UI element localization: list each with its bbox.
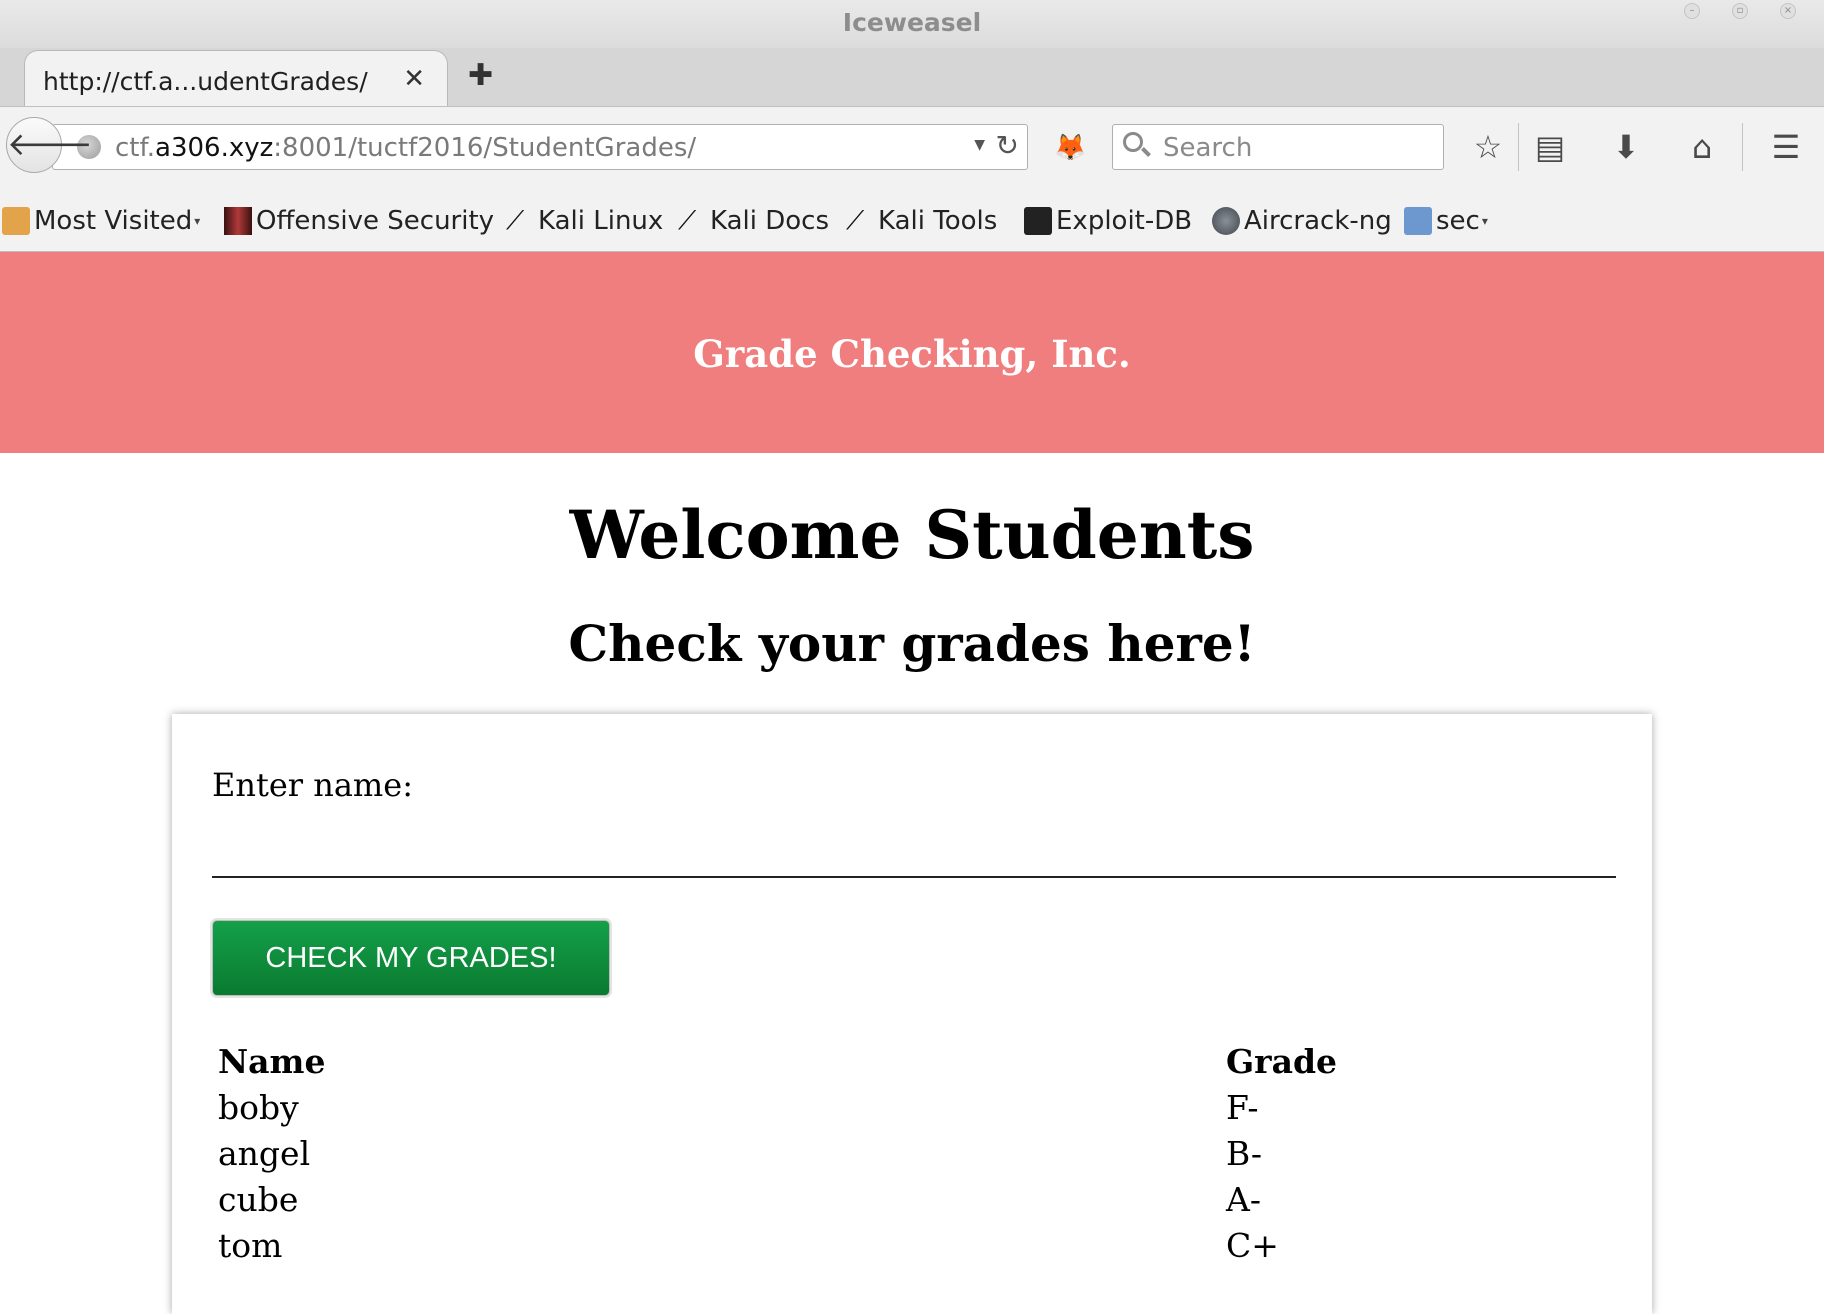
student-grade: B- <box>1226 1133 1263 1173</box>
table-row: cube A- <box>212 1176 1343 1222</box>
history-dropdown-icon[interactable]: ▼ <box>974 137 985 153</box>
table-header-row: Name Grade <box>212 1038 1343 1084</box>
back-button[interactable]: 🡐 <box>6 117 93 173</box>
tab-close-icon[interactable]: ✕ <box>403 64 425 94</box>
search-icon <box>1123 132 1143 152</box>
tab-strip: http://ctf.a...udentGrades/ ✕ ✚ <box>0 48 1824 106</box>
student-grade: A- <box>1226 1179 1261 1219</box>
kali-dragon-icon: ⟋ <box>846 206 865 236</box>
minimize-button[interactable]: – <box>1684 3 1700 19</box>
check-grades-button[interactable]: CHECK MY GRADES! <box>212 920 610 996</box>
url-path: :8001/tuctf2016/StudentGrades/ <box>273 133 697 163</box>
bookmark-label: Aircrack-ng <box>1244 206 1392 236</box>
column-header-grade: Grade <box>1226 1041 1338 1081</box>
downloads-icon[interactable]: ⬇ <box>1606 127 1646 167</box>
student-name: cube <box>218 1179 299 1219</box>
toolbar-separator <box>1742 123 1743 171</box>
column-header-name: Name <box>218 1041 326 1081</box>
grades-card: Enter name: CHECK MY GRADES! Name Grade … <box>172 714 1652 1314</box>
bookmark-exploit-db[interactable]: Exploit-DB <box>1024 204 1192 238</box>
bookmark-kali-tools[interactable]: ⟋ Kali Tools <box>846 204 997 238</box>
bookmark-star-icon[interactable]: ☆ <box>1468 127 1508 167</box>
site-header: Grade Checking, Inc. <box>0 252 1824 453</box>
tab-student-grades[interactable]: http://ctf.a...udentGrades/ ✕ <box>24 50 448 106</box>
folder-icon <box>2 207 30 235</box>
window-titlebar: Iceweasel – ▫ × <box>0 0 1824 48</box>
aircrack-icon <box>1212 207 1240 235</box>
tab-title: http://ctf.a...udentGrades/ <box>43 67 368 96</box>
site-brand: Grade Checking, Inc. <box>693 332 1131 376</box>
bookmark-aircrack-ng[interactable]: Aircrack-ng <box>1212 204 1392 238</box>
name-label: Enter name: <box>212 766 413 804</box>
student-grade: F- <box>1226 1087 1259 1127</box>
toolbar-separator <box>1518 123 1519 171</box>
search-input[interactable] <box>1161 131 1435 165</box>
new-tab-button[interactable]: ✚ <box>468 58 493 93</box>
name-input[interactable] <box>212 814 1616 878</box>
bookmark-label: Most Visited <box>34 206 193 236</box>
student-grade: C+ <box>1226 1225 1279 1265</box>
url-prefix: ctf. <box>115 133 156 163</box>
kali-dragon-icon: ⟋ <box>678 206 697 236</box>
dropdown-arrow-icon: ▾ <box>194 214 201 228</box>
dropdown-arrow-icon: ▾ <box>1481 214 1488 228</box>
navigation-toolbar: 🡐 ctf.a306.xyz:8001/tuctf2016/StudentGra… <box>0 106 1824 193</box>
window-title: Iceweasel <box>842 8 982 37</box>
table-row: angel B- <box>212 1130 1343 1176</box>
bookmark-label: Kali Linux <box>538 206 664 236</box>
search-box[interactable] <box>1112 124 1444 170</box>
bookmark-kali-docs[interactable]: ⟋ Kali Docs <box>678 204 829 238</box>
bookmark-label: Offensive Security <box>256 206 495 236</box>
student-name: boby <box>218 1087 299 1127</box>
maximize-button[interactable]: ▫ <box>1732 3 1748 19</box>
home-icon[interactable]: ⌂ <box>1682 127 1722 167</box>
offsec-icon <box>224 207 252 235</box>
bookmark-label: sec <box>1436 206 1480 236</box>
reload-icon[interactable]: ↻ <box>996 129 1019 162</box>
url-host: a306.xyz <box>155 133 274 163</box>
bookmark-label: Kali Tools <box>878 206 998 236</box>
page-subtitle: Check your grades here! <box>568 614 1256 673</box>
fox-addon-icon[interactable]: 🦊 <box>1054 133 1086 163</box>
kali-dragon-icon: ⟋ <box>506 206 525 236</box>
url-text[interactable]: ctf.a306.xyz:8001/tuctf2016/StudentGrade… <box>115 133 696 163</box>
url-bar[interactable]: ctf.a306.xyz:8001/tuctf2016/StudentGrade… <box>52 124 1028 170</box>
table-row: tom C+ <box>212 1222 1343 1268</box>
student-name: tom <box>218 1225 283 1265</box>
grades-table: Name Grade boby F- angel B- cube A- tom … <box>212 1038 1343 1268</box>
bookmark-label: Exploit-DB <box>1056 206 1193 236</box>
table-row: boby F- <box>212 1084 1343 1130</box>
exploitdb-icon <box>1024 207 1052 235</box>
page-title: Welcome Students <box>569 496 1255 574</box>
folder-icon <box>1404 207 1432 235</box>
bookmarks-menu-icon[interactable]: ▤ <box>1530 127 1570 167</box>
bookmarks-toolbar: Most Visited ▾ Offensive Security ⟋ Kali … <box>0 192 1824 252</box>
bookmark-offensive-security[interactable]: Offensive Security <box>224 204 494 238</box>
bookmark-most-visited[interactable]: Most Visited ▾ <box>2 204 200 238</box>
window-close-button[interactable]: × <box>1780 3 1796 19</box>
student-name: angel <box>218 1133 311 1173</box>
bookmark-sec-folder[interactable]: sec ▾ <box>1404 204 1488 238</box>
bookmark-label: Kali Docs <box>710 206 830 236</box>
menu-hamburger-icon[interactable]: ☰ <box>1766 127 1806 167</box>
bookmark-kali-linux[interactable]: ⟋ Kali Linux <box>506 204 663 238</box>
